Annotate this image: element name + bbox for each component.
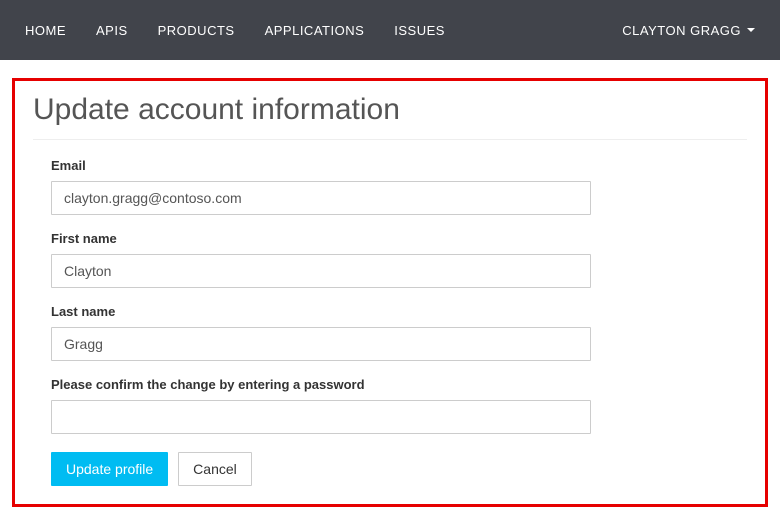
button-row: Update profile Cancel — [51, 452, 729, 486]
nav-links: HOME APIS PRODUCTS APPLICATIONS ISSUES — [10, 3, 460, 58]
form-group-password: Please confirm the change by entering a … — [51, 377, 729, 434]
form-area: Email First name Last name Please confir… — [33, 158, 747, 486]
email-label: Email — [51, 158, 729, 173]
password-label: Please confirm the change by entering a … — [51, 377, 729, 392]
nav-applications[interactable]: APPLICATIONS — [250, 3, 380, 58]
firstname-field[interactable] — [51, 254, 591, 288]
email-field[interactable] — [51, 181, 591, 215]
cancel-button[interactable]: Cancel — [178, 452, 252, 486]
lastname-field[interactable] — [51, 327, 591, 361]
content-wrap: Update account information Email First n… — [0, 60, 780, 519]
form-group-firstname: First name — [51, 231, 729, 288]
nav-issues[interactable]: ISSUES — [379, 3, 460, 58]
user-menu[interactable]: CLAYTON GRAGG — [607, 3, 770, 58]
top-navbar: HOME APIS PRODUCTS APPLICATIONS ISSUES C… — [0, 0, 780, 60]
form-group-lastname: Last name — [51, 304, 729, 361]
user-name: CLAYTON GRAGG — [622, 23, 741, 38]
nav-apis[interactable]: APIS — [81, 3, 143, 58]
form-group-email: Email — [51, 158, 729, 215]
nav-home[interactable]: HOME — [10, 3, 81, 58]
page-title: Update account information — [33, 81, 747, 140]
caret-down-icon — [747, 28, 755, 32]
nav-products[interactable]: PRODUCTS — [143, 3, 250, 58]
account-form-panel: Update account information Email First n… — [12, 78, 768, 507]
password-field[interactable] — [51, 400, 591, 434]
lastname-label: Last name — [51, 304, 729, 319]
update-profile-button[interactable]: Update profile — [51, 452, 168, 486]
firstname-label: First name — [51, 231, 729, 246]
